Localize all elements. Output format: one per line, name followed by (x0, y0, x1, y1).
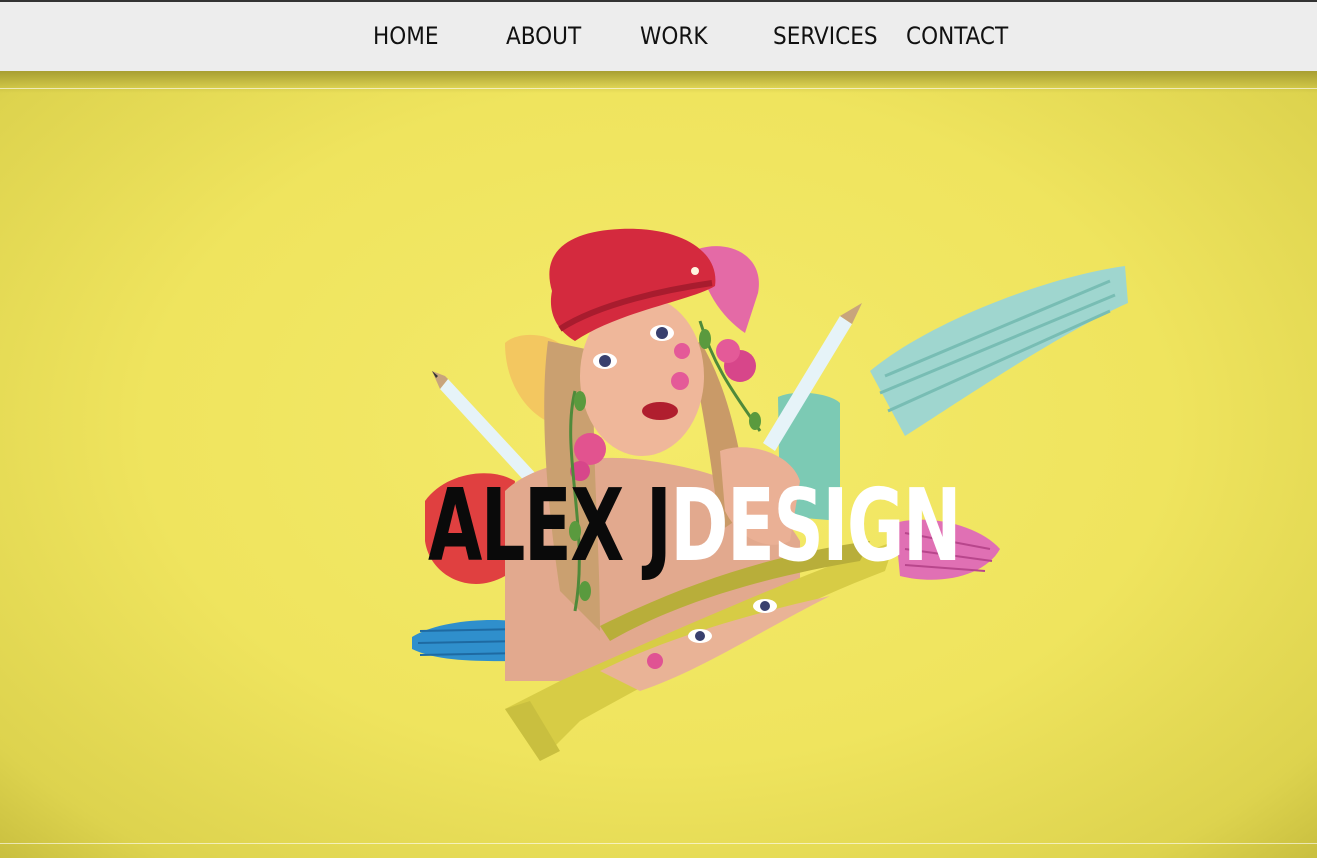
nav-home[interactable]: HOME (373, 22, 439, 50)
lips (642, 402, 678, 420)
nav-contact[interactable]: CONTACT (906, 22, 1008, 50)
hero-title-first: ALEX J (428, 467, 672, 584)
nav-about[interactable]: ABOUT (506, 22, 581, 50)
hero-title: ALEX JDESIGN (428, 476, 962, 576)
nav-services[interactable]: SERVICES (773, 22, 878, 50)
hero-section: ALEX JDESIGN (0, 71, 1317, 858)
main-nav: HOME ABOUT WORK SERVICES CONTACT (0, 2, 1317, 71)
nav-work[interactable]: WORK (640, 22, 708, 50)
portrait-collage (412, 228, 1128, 761)
teal-brush-stroke (870, 266, 1128, 436)
hero-title-second: DESIGN (670, 467, 961, 584)
